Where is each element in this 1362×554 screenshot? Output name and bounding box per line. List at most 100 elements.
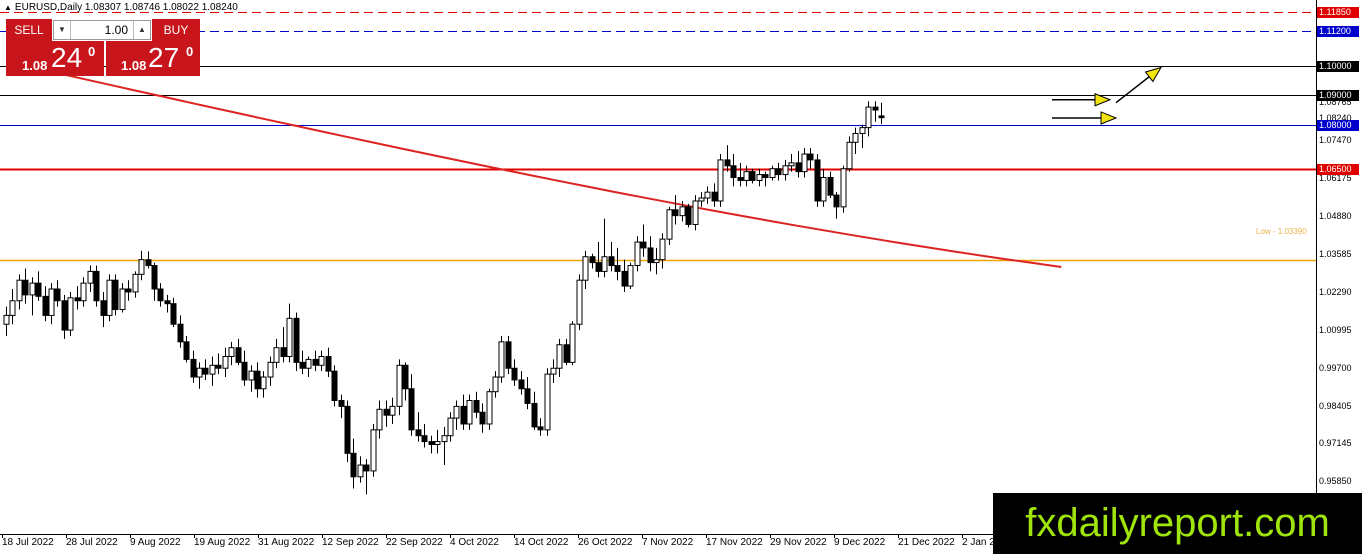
date-tick-label: 14 Oct 2022 (514, 537, 569, 548)
candle-body (273, 347, 280, 363)
candle-body (788, 162, 795, 167)
candle-body (782, 165, 789, 176)
candle-body (254, 370, 261, 390)
candle-body (479, 411, 486, 425)
candle-body (556, 344, 563, 369)
candle-body (383, 408, 390, 416)
candle-body (132, 273, 139, 293)
candle-body (402, 364, 409, 390)
candle-body (859, 127, 866, 134)
level-price-label: 1.11850 (1317, 7, 1359, 18)
date-tick-label: 9 Dec 2022 (834, 537, 886, 548)
candle-body (48, 288, 55, 316)
candle-body (93, 270, 100, 302)
volume-decrease-icon[interactable]: ▼ (54, 21, 71, 39)
candle-body (531, 402, 538, 428)
candle-body (299, 361, 306, 369)
candle-body (318, 355, 325, 366)
candle-body (730, 165, 737, 179)
candle-body (3, 314, 10, 325)
candle-body (749, 171, 756, 181)
buy-quote-prefix: 1.08 (121, 58, 147, 73)
candle-body (595, 262, 602, 272)
candle-body (505, 341, 512, 369)
candle-body (679, 206, 686, 217)
candle-body (466, 400, 473, 425)
candle-body (248, 370, 255, 381)
sell-quote-pips: 24 (51, 42, 83, 73)
candle-body (67, 297, 74, 331)
candle-body (608, 256, 615, 267)
candle-body (872, 106, 879, 111)
candle-body (692, 200, 699, 225)
level-price-label: 1.09000 (1317, 90, 1359, 101)
candle-body (408, 388, 415, 431)
candle-body (498, 341, 505, 378)
candle-body (157, 288, 164, 302)
candle-body (125, 288, 132, 293)
date-tick-label: 29 Nov 2022 (770, 537, 827, 548)
candle-body (852, 133, 859, 143)
candle-body (74, 297, 81, 302)
volume-stepper: ▼ ▲ (53, 20, 151, 40)
symbol-info: EURUSD,Daily 1.08307 1.08746 1.08022 1.0… (14, 2, 238, 13)
candle-body (338, 400, 345, 407)
candle-body (640, 241, 647, 249)
candle-body (344, 405, 351, 454)
candle-body (833, 194, 840, 208)
candle-body (183, 341, 190, 360)
candle-body (807, 153, 814, 161)
sell-button[interactable]: SELL (6, 19, 52, 41)
candle-body (447, 417, 454, 437)
candle-body (235, 347, 242, 363)
price-tick-label: 1.03585 (1319, 249, 1352, 259)
candle-body (421, 435, 428, 443)
candle-body (878, 115, 885, 119)
candle-body (54, 288, 61, 302)
date-tick-label: 18 Jul 2022 (2, 537, 54, 548)
price-tick-label: 1.02290 (1319, 287, 1352, 297)
date-tick-label: 26 Oct 2022 (578, 537, 633, 548)
candle-body (434, 441, 441, 446)
candle-body (100, 300, 107, 316)
candle-body (145, 259, 152, 267)
sell-quote[interactable]: 1.08 24 0 (6, 41, 104, 76)
date-tick-label: 22 Sep 2022 (386, 537, 443, 548)
candle-body (659, 238, 666, 261)
buy-quote[interactable]: 1.08 27 0 (106, 41, 200, 76)
candle-body (260, 376, 267, 390)
candle-body (524, 388, 531, 404)
candle-body (196, 367, 203, 378)
candle-body (717, 159, 724, 202)
buy-button[interactable]: BUY (152, 19, 200, 41)
candle-body (769, 168, 776, 179)
level-price-label: 1.06500 (1317, 164, 1359, 175)
date-tick-label: 19 Aug 2022 (194, 537, 251, 548)
candle-body (106, 279, 113, 316)
date-tick-label: 9 Aug 2022 (130, 537, 181, 548)
candle-body (762, 174, 769, 179)
buy-quote-fraction: 0 (186, 44, 194, 59)
date-tick-label: 7 Nov 2022 (642, 537, 694, 548)
candle-body (29, 282, 36, 296)
volume-input[interactable] (72, 21, 132, 39)
date-tick-label: 12 Sep 2022 (322, 537, 379, 548)
price-chart (0, 0, 1317, 538)
candle-body (441, 435, 448, 443)
candle-body (537, 426, 544, 431)
candle-body (704, 191, 711, 199)
candle-body (428, 441, 435, 446)
candle-body (16, 279, 23, 302)
forecast-arrow-icon (1115, 66, 1163, 104)
forecast-arrow-icon (1052, 111, 1118, 125)
candle-body (209, 364, 216, 375)
volume-increase-icon[interactable]: ▲ (133, 21, 150, 39)
candle-body (653, 259, 660, 264)
candle-body (87, 270, 94, 284)
candle-body (22, 279, 29, 296)
candle-body (511, 367, 518, 381)
candle-body (215, 364, 222, 369)
collapse-triangle-icon[interactable]: ▲ (4, 3, 12, 12)
candle-body (267, 361, 274, 378)
candle-body (563, 344, 570, 363)
